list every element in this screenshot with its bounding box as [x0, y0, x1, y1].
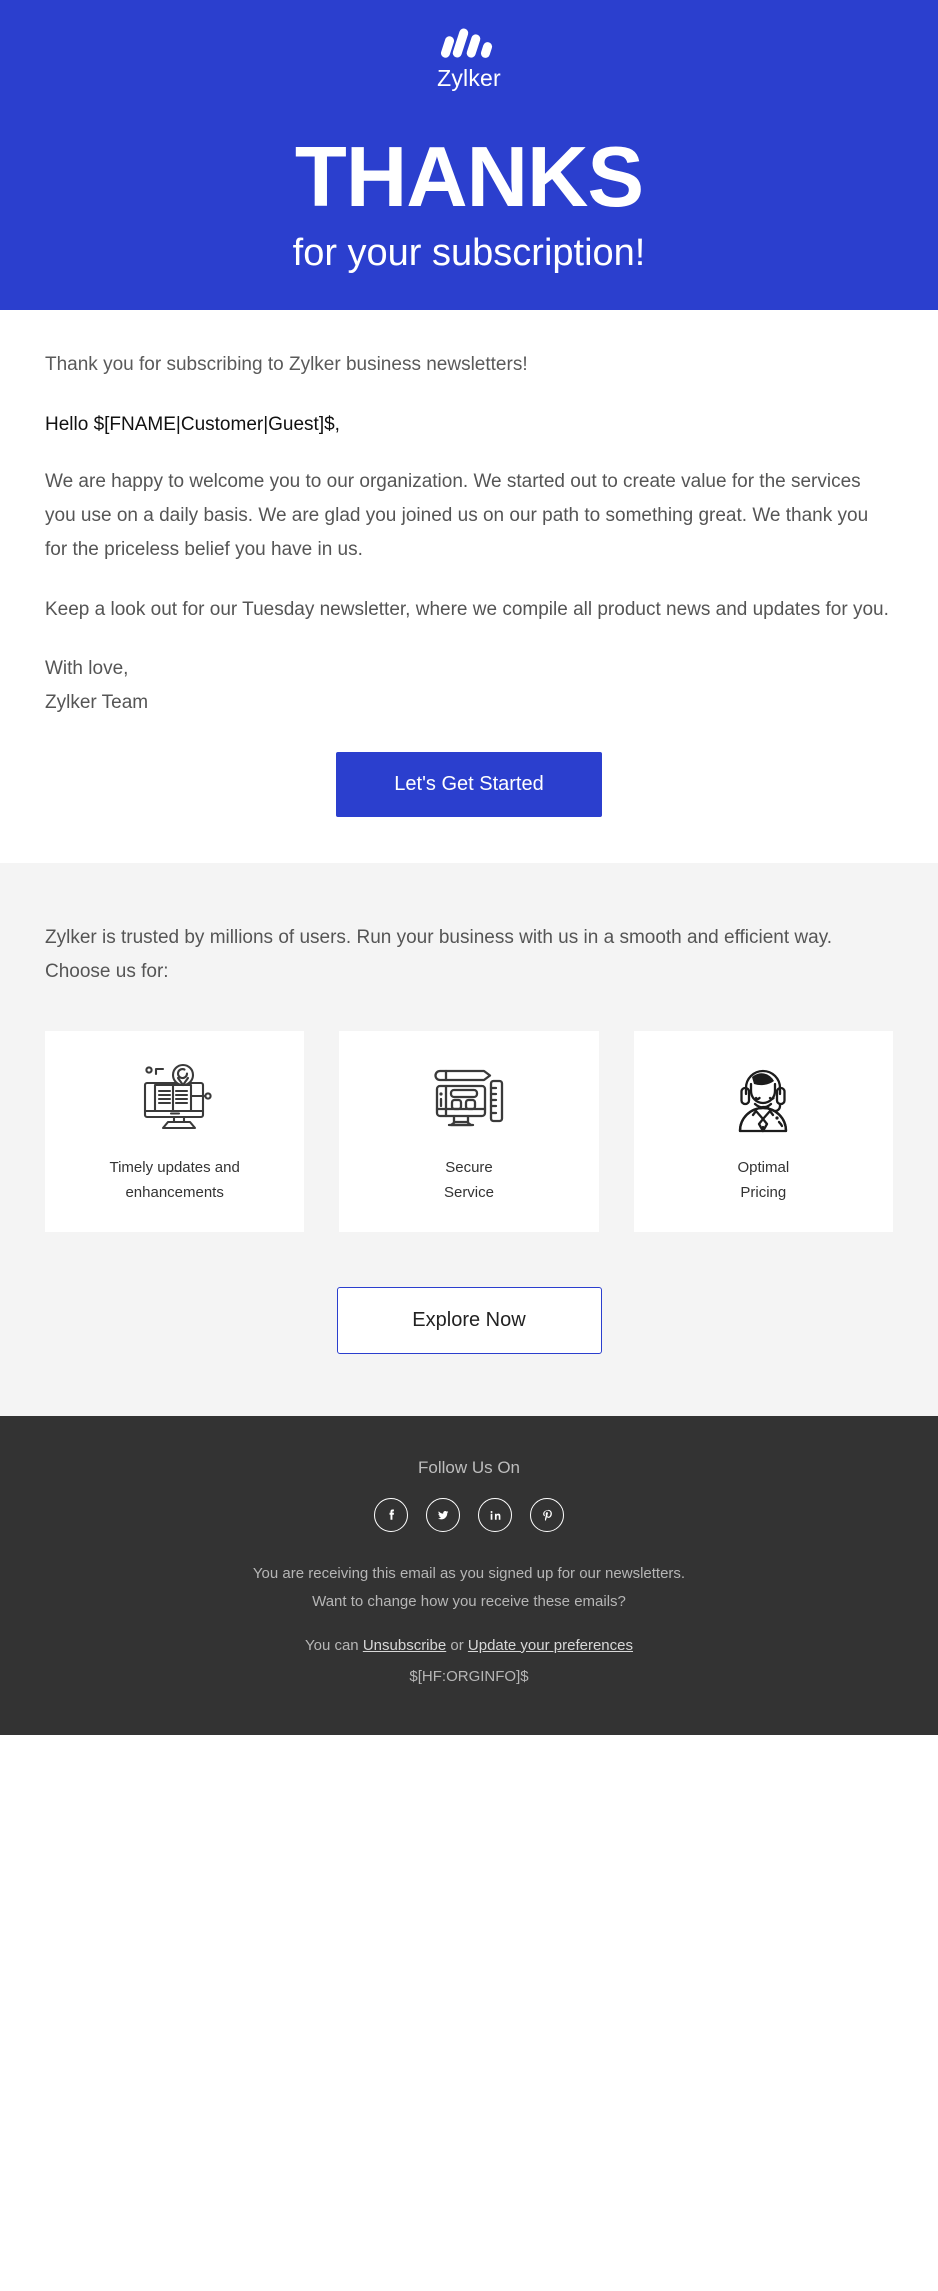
body-paragraph-2: Keep a look out for our Tuesday newslett…: [45, 593, 893, 627]
twitter-icon[interactable]: [426, 1498, 460, 1532]
feature-card-label: Secure Service: [351, 1155, 586, 1207]
feature-label-line-1: Timely updates and: [57, 1155, 292, 1181]
footer-note-line-1: You are receiving this email as you sign…: [45, 1560, 893, 1588]
signoff: With love, Zylker Team: [45, 652, 893, 720]
body-section: Thank you for subscribing to Zylker busi…: [0, 310, 938, 863]
greeting-text: Hello $[FNAME|Customer|Guest]$,: [45, 410, 893, 439]
feature-label-line-2: enhancements: [57, 1180, 292, 1206]
feature-card: Secure Service: [339, 1031, 598, 1233]
org-info-merge-tag: $[HF:ORGINFO]$: [45, 1663, 893, 1691]
secondary-cta-wrapper: Explore Now: [45, 1287, 893, 1354]
features-intro-text: Zylker is trusted by millions of users. …: [45, 921, 893, 989]
lead-text: Thank you for subscribing to Zylker busi…: [45, 350, 893, 379]
features-section: Zylker is trusted by millions of users. …: [0, 863, 938, 1416]
primary-cta-wrapper: Let's Get Started: [45, 752, 893, 817]
feature-card-label: Optimal Pricing: [646, 1155, 881, 1207]
feature-label-line-2: Pricing: [646, 1180, 881, 1206]
footer-note: You are receiving this email as you sign…: [45, 1560, 893, 1616]
footer-cta-prefix: You can: [305, 1637, 363, 1654]
pinterest-icon[interactable]: [530, 1498, 564, 1532]
feature-card: Timely updates and enhancements: [45, 1031, 304, 1233]
feature-card-list: Timely updates and enhancements: [45, 1031, 893, 1233]
feature-label-line-1: Optimal: [646, 1155, 881, 1181]
footer-cta-middle: or: [446, 1637, 468, 1654]
email-container: Zylker THANKS for your subscription! Tha…: [0, 0, 938, 1735]
hero-section: Zylker THANKS for your subscription!: [0, 0, 938, 310]
zylker-bars-logo-icon: [441, 26, 497, 60]
facebook-icon[interactable]: [374, 1498, 408, 1532]
feature-card: Optimal Pricing: [634, 1031, 893, 1233]
brand-name: Zylker: [20, 64, 918, 94]
monitor-pencil-ruler-design-icon: [351, 1055, 586, 1141]
update-preferences-link[interactable]: Update your preferences: [468, 1637, 633, 1654]
linkedin-icon[interactable]: [478, 1498, 512, 1532]
follow-us-label: Follow Us On: [45, 1458, 893, 1478]
signoff-line-2: Zylker Team: [45, 686, 893, 720]
explore-now-button[interactable]: Explore Now: [337, 1287, 602, 1354]
hero-subtitle: for your subscription!: [20, 231, 918, 277]
feature-label-line-2: Service: [351, 1180, 586, 1206]
monitor-document-location-pin-icon: [57, 1055, 292, 1141]
body-paragraph-1: We are happy to welcome you to our organ…: [45, 465, 893, 566]
footer-preferences-line: You can Unsubscribe or Update your prefe…: [45, 1632, 893, 1660]
hero-title: THANKS: [20, 138, 918, 219]
support-agent-headset-icon: [646, 1055, 881, 1141]
footer-note-line-2: Want to change how you receive these ema…: [45, 1588, 893, 1616]
signoff-line-1: With love,: [45, 652, 893, 686]
footer-section: Follow Us On You are receiving this emai…: [0, 1416, 938, 1735]
social-links: [45, 1498, 893, 1532]
unsubscribe-link[interactable]: Unsubscribe: [363, 1637, 446, 1654]
feature-label-line-1: Secure: [351, 1155, 586, 1181]
feature-card-label: Timely updates and enhancements: [57, 1155, 292, 1207]
get-started-button[interactable]: Let's Get Started: [336, 752, 601, 817]
